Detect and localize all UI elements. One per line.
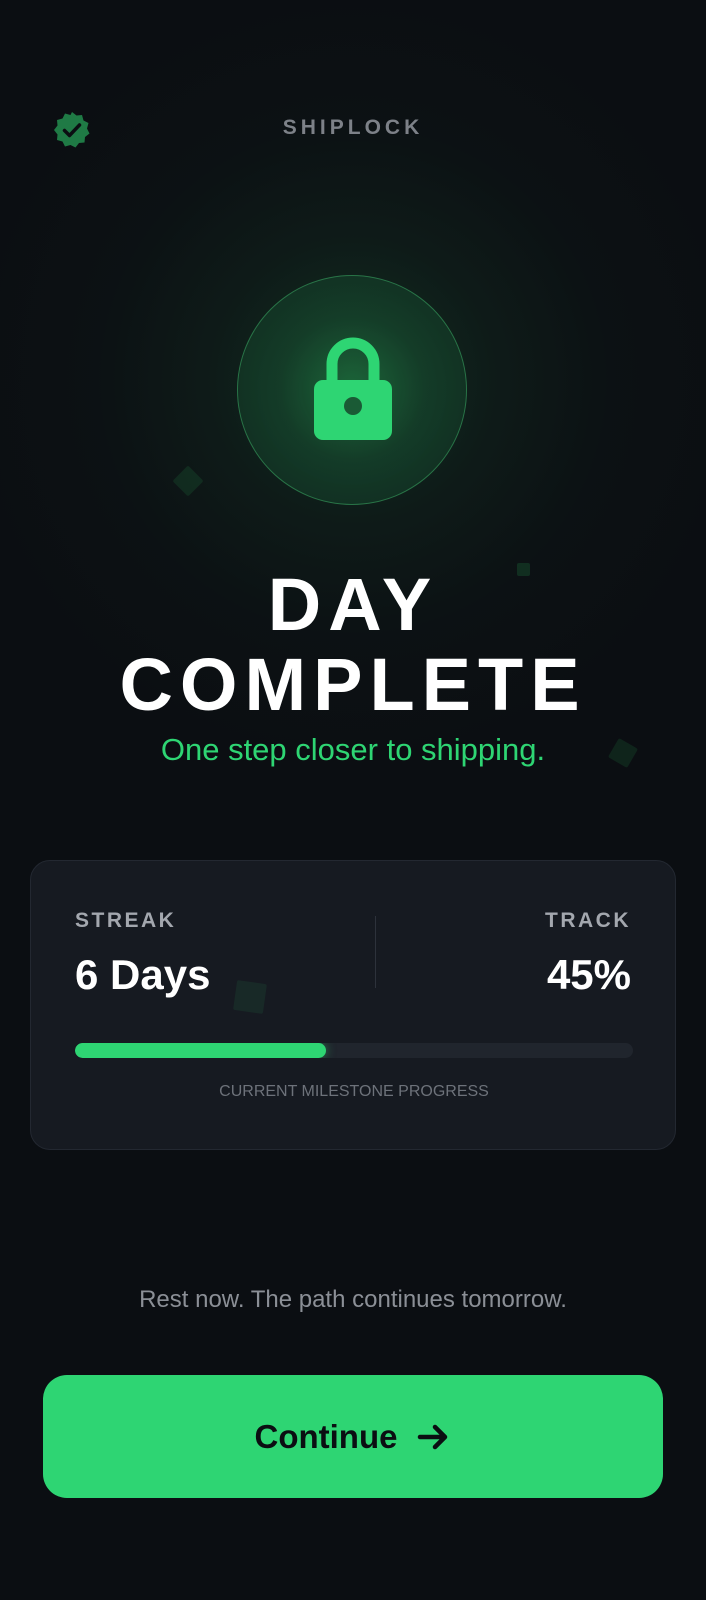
continue-label: Continue — [254, 1417, 398, 1455]
confetti-square — [233, 980, 267, 1014]
day-complete-screen: SHIPLOCK DAY COMPLETE One step closer to… — [0, 0, 706, 1600]
streak-value: 6 Days — [75, 951, 211, 998]
brand-title: SHIPLOCK — [282, 116, 424, 139]
milestone-progress-fill — [75, 1043, 327, 1058]
track-value: 45% — [546, 951, 631, 998]
streak-label: STREAK — [75, 909, 177, 932]
track-label: TRACK — [545, 909, 631, 932]
lock-icon — [314, 337, 392, 440]
stats-card: STREAK 6 Days TRACK 45% CURRENT MILESTON… — [30, 860, 676, 1150]
confetti-square — [172, 465, 204, 497]
arrow-right-icon — [418, 1424, 448, 1449]
headline-line-2: COMPLETE — [119, 643, 587, 726]
progress-caption: CURRENT MILESTONE PROGRESS — [219, 1083, 489, 1100]
stats-divider — [375, 916, 376, 988]
milestone-progress-bar — [75, 1043, 633, 1058]
continue-button[interactable]: Continue — [43, 1375, 663, 1498]
headline-line-1: DAY — [267, 563, 439, 646]
subtitle: One step closer to shipping. — [160, 732, 546, 767]
rest-message: Rest now. The path continues tomorrow. — [139, 1286, 567, 1313]
